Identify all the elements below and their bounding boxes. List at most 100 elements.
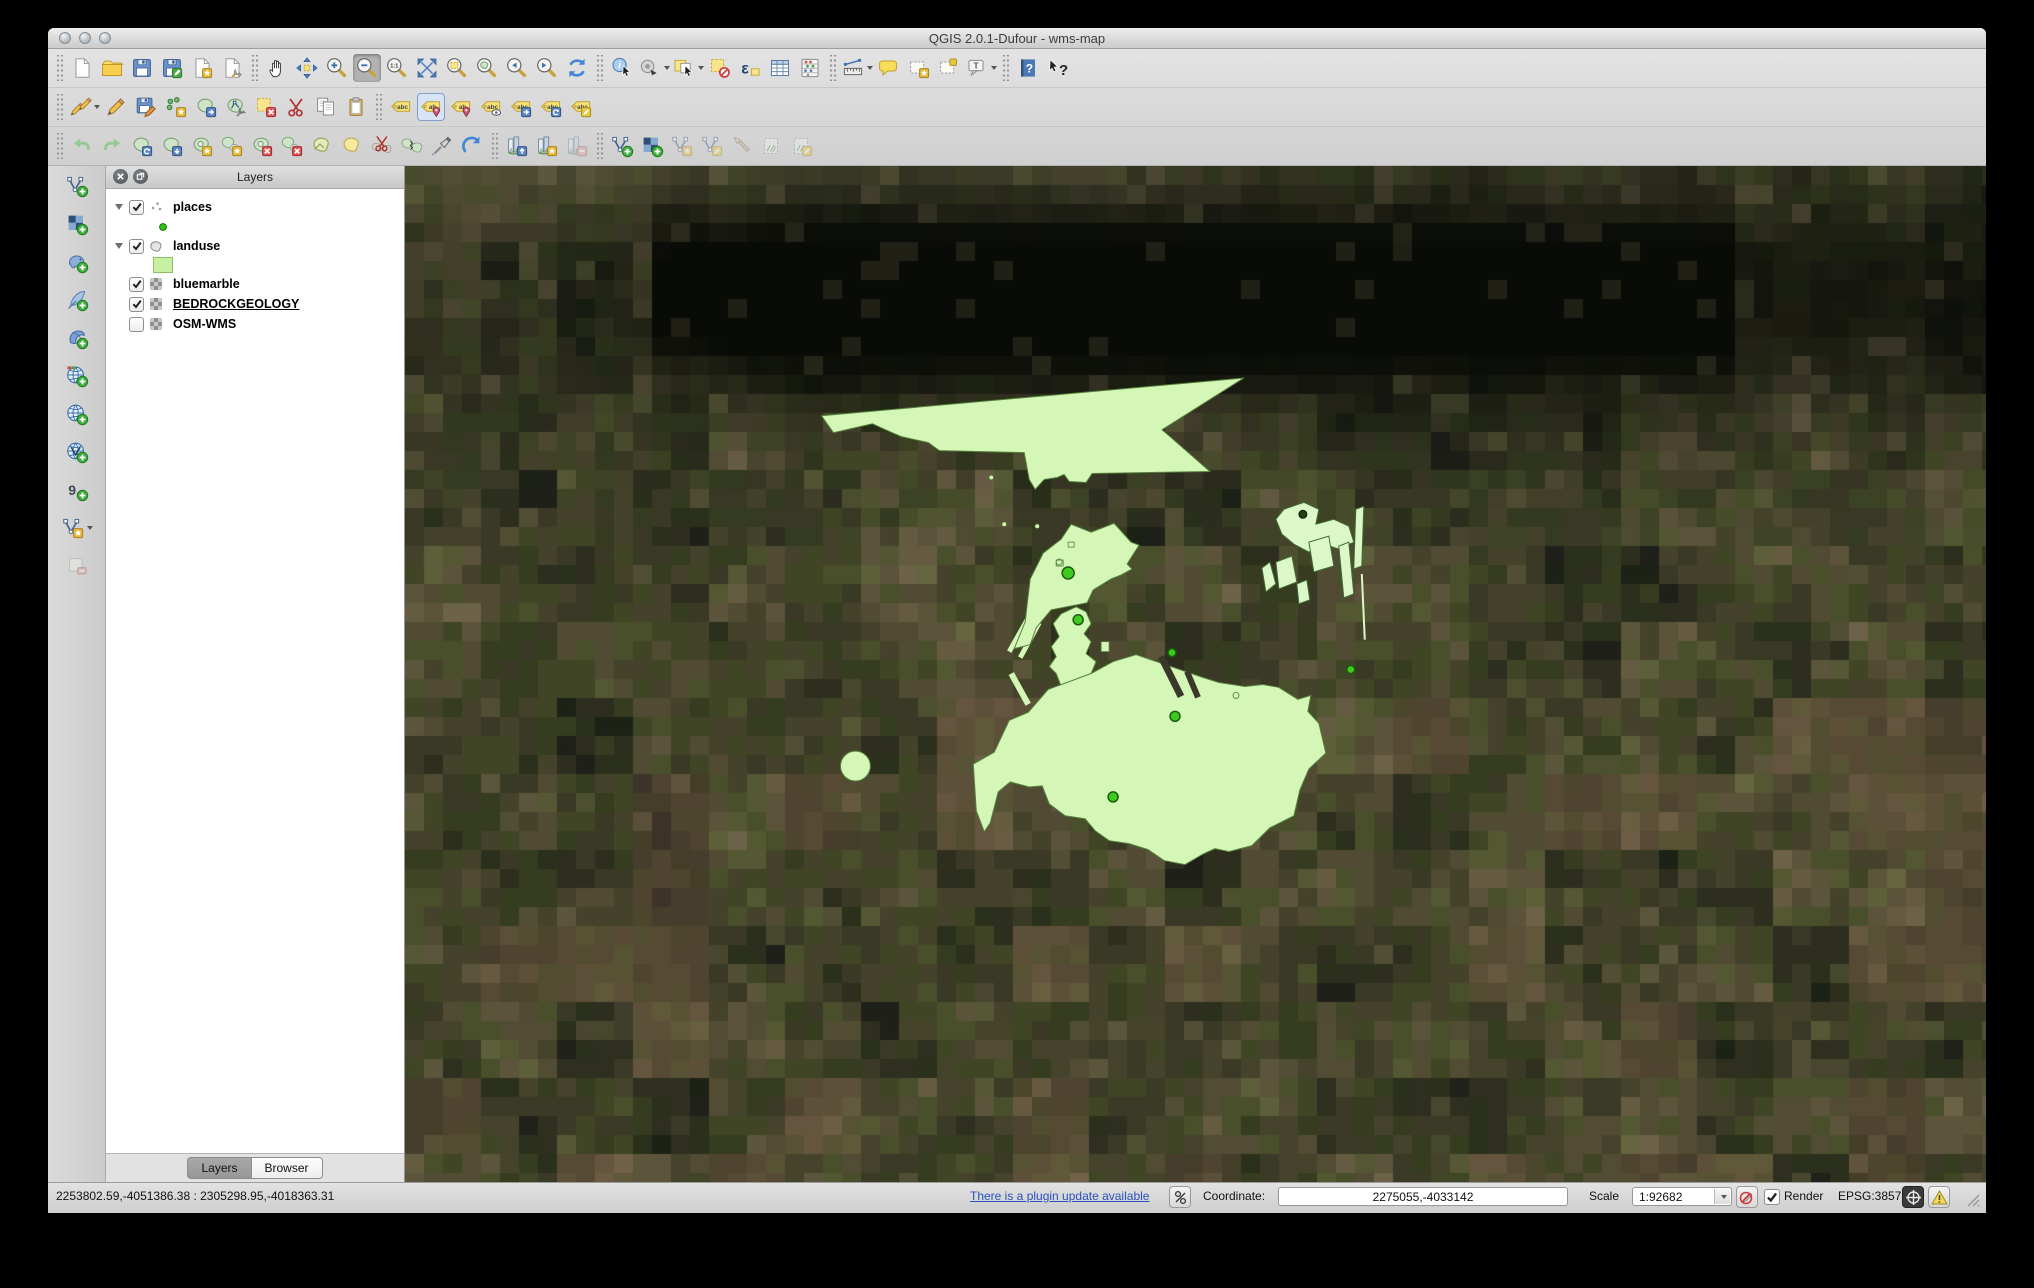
split-features-button[interactable] [368,132,396,160]
open-attribute-table-button[interactable] [766,54,794,82]
new-print-composer-button[interactable] [188,54,216,82]
cut-features-button[interactable] [282,93,310,121]
show-pinned-labels-button[interactable]: ab [447,93,475,121]
layer-visibility-checkbox[interactable] [129,239,144,254]
new-bookmark-button[interactable] [905,54,933,82]
simplify-feature-button[interactable] [158,132,186,160]
layers-panel-header[interactable]: Layers [106,166,404,189]
map-canvas[interactable] [405,166,1986,1182]
deselect-all-button[interactable] [706,54,734,82]
add-postgis-layer-button[interactable] [59,246,95,278]
map-tips-button[interactable] [875,54,903,82]
pin-labels-button[interactable]: ab [417,93,445,121]
float-panel-button[interactable] [133,169,148,184]
add-oracle-layer-button[interactable]: 9, [59,474,95,506]
text-annotation-button[interactable]: T [965,54,997,82]
add-raster-layer-2-button[interactable] [638,132,666,160]
new-project-button[interactable] [68,54,96,82]
identify-features-button[interactable]: i [608,54,636,82]
move-label-button[interactable]: abc [507,93,535,121]
coordinate-input[interactable] [1278,1187,1568,1206]
title-bar[interactable]: QGIS 2.0.1-Dufour - wms-map [48,28,1986,49]
save-project-button[interactable] [128,54,156,82]
add-wcs-layer-button[interactable] [59,398,95,430]
zoom-last-button[interactable] [503,54,531,82]
rotate-feature-button[interactable] [128,132,156,160]
layer-visibility-checkbox[interactable] [129,200,144,215]
copy-features-button[interactable] [312,93,340,121]
merge-features-button[interactable] [398,132,426,160]
local-histogram-stretch-button[interactable] [503,132,531,160]
zoom-window-button[interactable] [99,32,111,44]
add-vector-layer-button[interactable] [59,170,95,202]
delete-part-button[interactable] [278,132,306,160]
stop-rendering-button[interactable] [1736,1186,1758,1208]
log-messages-button[interactable] [1928,1186,1950,1208]
node-tool-button[interactable] [222,93,250,121]
layer-visibility-checkbox[interactable] [129,297,144,312]
crs-status-button[interactable] [1902,1186,1924,1208]
select-features-button[interactable] [672,54,704,82]
delete-ring-button[interactable] [248,132,276,160]
add-part-button[interactable] [218,132,246,160]
help-contents-button[interactable]: ? [1014,54,1042,82]
show-hide-labels-button[interactable]: abc [477,93,505,121]
measure-button[interactable] [841,54,873,82]
add-wms-layer-button[interactable] [59,360,95,392]
zoom-actual-size-button[interactable]: 1:1 [383,54,411,82]
plugin-manager-button[interactable] [1169,1186,1191,1208]
render-checkbox[interactable] [1764,1189,1780,1205]
scale-combo[interactable]: 1:92682 [1632,1187,1732,1206]
delete-selected-button[interactable] [252,93,280,121]
change-label-properties-button[interactable]: abc [567,93,595,121]
full-histogram-stretch-button[interactable] [533,132,561,160]
merge-feature-attributes-button[interactable] [428,132,456,160]
zoom-in-button[interactable] [323,54,351,82]
layer-row-bedrockgeology[interactable]: BEDROCKGEOLOGY [106,294,404,314]
close-panel-button[interactable] [113,169,128,184]
zoom-to-layer-button[interactable] [473,54,501,82]
redo-button[interactable] [98,132,126,160]
move-feature-button[interactable] [192,93,220,121]
tab-browser[interactable]: Browser [251,1157,323,1179]
select-by-expression-button[interactable]: ε [736,54,764,82]
label-settings-button[interactable]: abc [387,93,415,121]
open-project-button[interactable] [98,54,126,82]
offset-curve-button[interactable] [458,132,486,160]
add-spatialite-layer-button[interactable] [59,284,95,316]
run-feature-action-button[interactable] [638,54,670,82]
zoom-to-selection-button[interactable] [443,54,471,82]
show-bookmarks-button[interactable] [935,54,963,82]
layer-row-landuse[interactable]: landuse [106,236,404,256]
scale-dropdown-button[interactable] [1714,1189,1730,1204]
rotate-label-button[interactable]: abc [537,93,565,121]
toggle-editing-button[interactable] [102,93,130,121]
expand-arrow-icon[interactable] [112,243,126,249]
add-wfs-layer-button[interactable] [59,436,95,468]
add-raster-layer-button[interactable] [59,208,95,240]
layer-visibility-checkbox[interactable] [129,277,144,292]
layer-row-places[interactable]: places [106,197,404,217]
whats-this-button[interactable]: ? [1044,54,1072,82]
new-vector-layer-button[interactable] [59,512,95,544]
add-ring-button[interactable] [188,132,216,160]
pan-map-button[interactable] [263,54,291,82]
layer-row-osm-wms[interactable]: OSM-WMS [106,314,404,334]
plugin-update-link[interactable]: There is a plugin update available [970,1189,1149,1203]
current-edits-button[interactable] [68,93,100,121]
zoom-full-extent-button[interactable] [413,54,441,82]
field-calculator-button[interactable] [796,54,824,82]
add-vector-layer-2-button[interactable] [608,132,636,160]
tab-layers[interactable]: Layers [187,1157,250,1179]
reshape-features-button[interactable] [308,132,336,160]
paste-features-button[interactable] [342,93,370,121]
zoom-out-button[interactable] [353,54,381,82]
layer-visibility-checkbox[interactable] [129,317,144,332]
layer-row-bluemarble[interactable]: bluemarble [106,274,404,294]
resize-grip[interactable] [1964,1191,1980,1207]
save-layer-edits-button[interactable] [132,93,160,121]
close-window-button[interactable] [59,32,71,44]
add-mssql-layer-button[interactable] [59,322,95,354]
expand-arrow-icon[interactable] [112,204,126,210]
undo-button[interactable] [68,132,96,160]
